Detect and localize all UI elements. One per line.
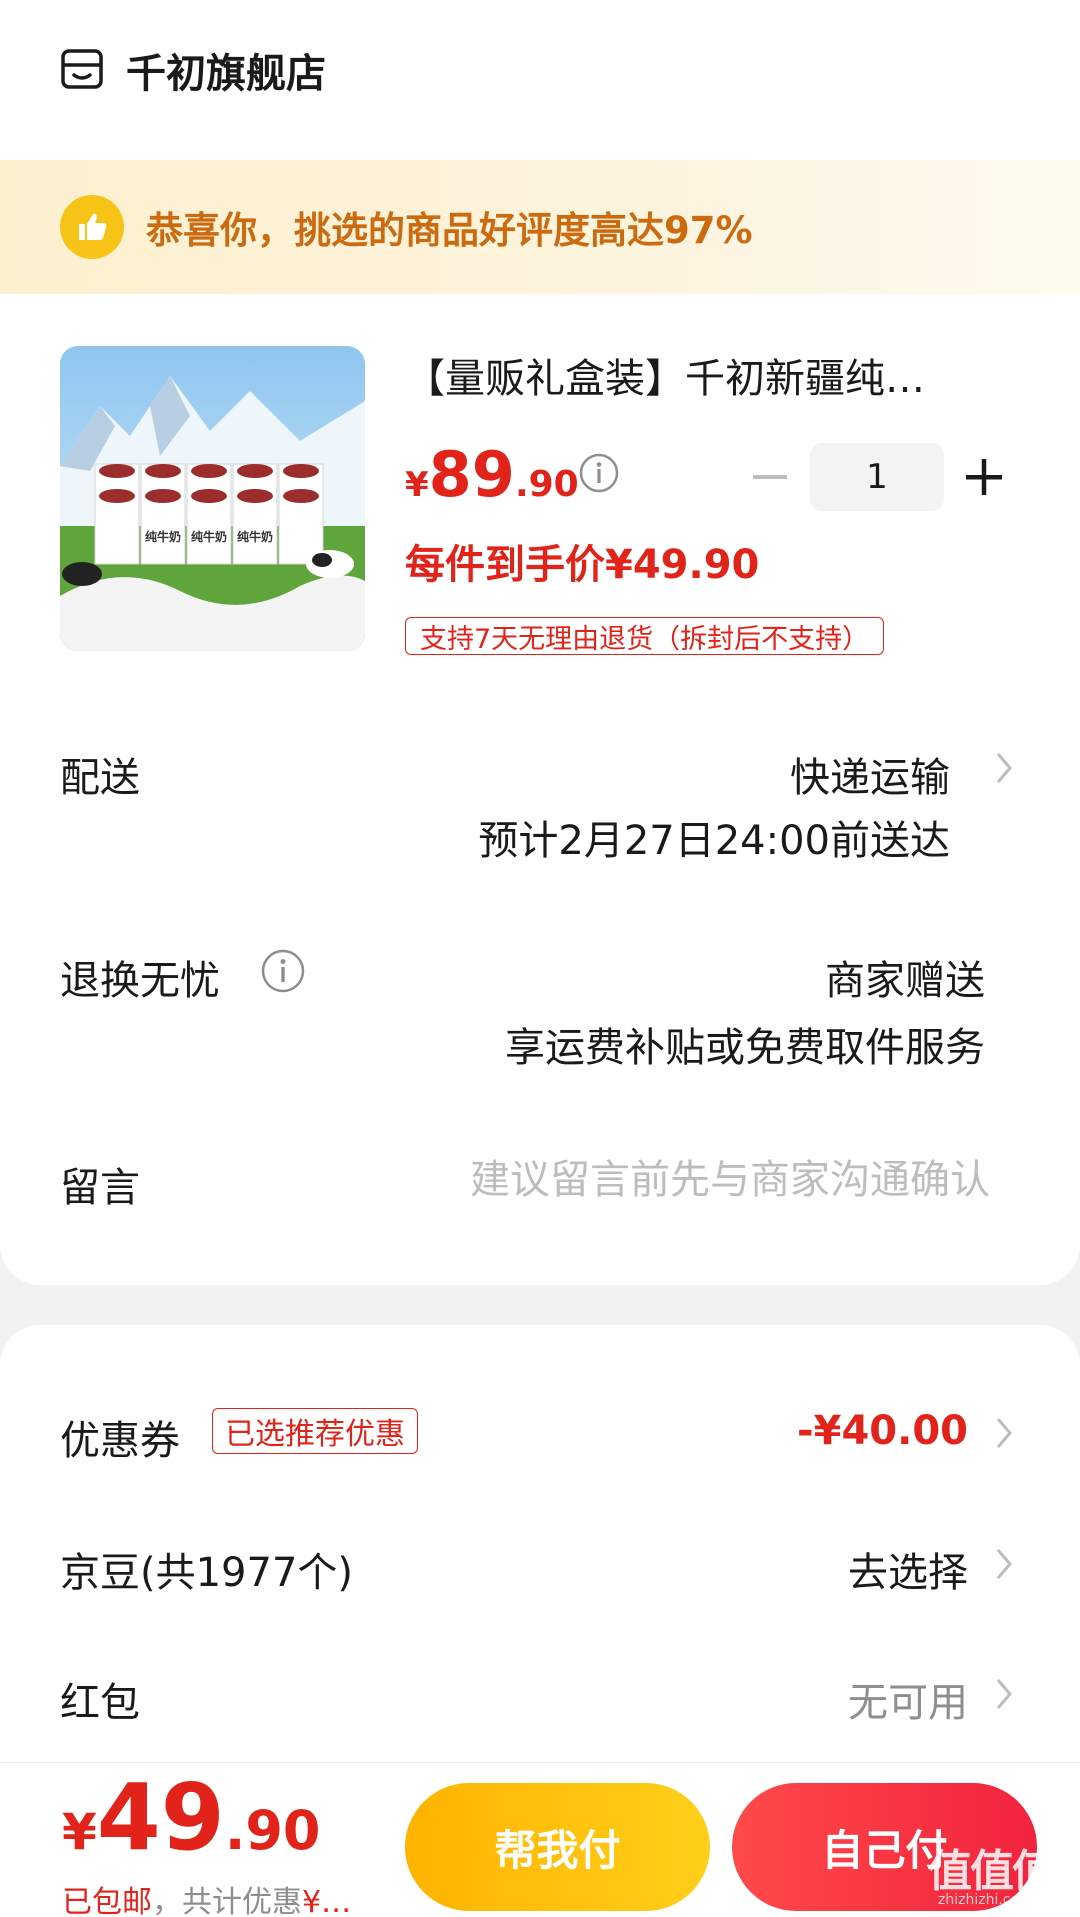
- total-decimal: .90: [224, 1799, 321, 1862]
- coupon-badge: 已选推荐优惠: [212, 1408, 418, 1454]
- jingdou-value[interactable]: 去选择: [848, 1540, 968, 1598]
- product-price: ¥ 89 .90: [405, 438, 579, 518]
- praise-text: 恭喜你，挑选的商品好评度高达97%: [146, 209, 753, 252]
- svg-text:纯牛奶: 纯牛奶: [145, 529, 181, 544]
- price-symbol: ¥: [405, 465, 429, 505]
- help-pay-button[interactable]: 帮我付: [405, 1783, 710, 1911]
- plus-button[interactable]: [954, 443, 1014, 511]
- product-title[interactable]: 【量贩礼盒装】千初新疆纯…: [405, 346, 1025, 404]
- return-worry-label: 退换无忧: [60, 958, 220, 1004]
- jingdou-label: 京豆(共1977个): [60, 1550, 354, 1596]
- total-integer: 49: [96, 1764, 225, 1871]
- quantity-stepper: 1: [740, 443, 1014, 511]
- watermark-url: zhizhizhi.com: [938, 1892, 1033, 1908]
- hongbao-value[interactable]: 无可用: [848, 1670, 968, 1728]
- return-worry-desc: 享运费补贴或免费取件服务: [505, 1025, 985, 1071]
- chevron-right-icon[interactable]: [993, 750, 1015, 786]
- saved-value: ¥…: [302, 1885, 352, 1917]
- chevron-right-icon[interactable]: [993, 1415, 1015, 1451]
- praise-banner: 恭喜你，挑选的商品好评度高达97%: [0, 160, 1080, 294]
- price-decimal: .90: [514, 464, 579, 505]
- coupon-value[interactable]: -¥40.00: [797, 1408, 968, 1454]
- product-image[interactable]: 纯牛奶 纯牛奶 纯牛奶: [60, 346, 365, 651]
- coupon-label: 优惠券: [60, 1418, 180, 1464]
- info-icon[interactable]: [578, 452, 620, 494]
- store-name: 千初旗舰店: [126, 51, 326, 97]
- message-input[interactable]: [400, 1150, 990, 1210]
- return-worry-value: 商家赠送: [825, 958, 985, 1004]
- info-icon[interactable]: [260, 948, 306, 994]
- quantity-value[interactable]: 1: [810, 443, 944, 511]
- watermark-logo: 值值值: [928, 1846, 1056, 1897]
- plus-icon: [966, 459, 1002, 495]
- minus-button[interactable]: [740, 443, 800, 511]
- saved-text: ，共计优惠: [152, 1885, 302, 1917]
- store-icon: [61, 49, 103, 89]
- total-symbol: ¥: [62, 1803, 97, 1861]
- chevron-right-icon[interactable]: [993, 1676, 1015, 1712]
- thumbs-up-icon: [60, 195, 124, 259]
- svg-text:纯牛奶: 纯牛奶: [191, 529, 227, 544]
- message-label: 留言: [60, 1165, 140, 1211]
- delivery-eta: 预计2月27日24:00前送达: [478, 818, 950, 864]
- hongbao-label: 红包: [60, 1680, 140, 1726]
- total-note[interactable]: 已包邮，共计优惠¥…: [62, 1877, 392, 1917]
- minus-icon: [753, 475, 787, 479]
- price-integer: 89: [428, 438, 515, 511]
- return-policy-tag: 支持7天无理由退货（拆封后不支持）: [405, 617, 885, 655]
- total-price: ¥ 49 .90: [62, 1772, 321, 1864]
- shipping-text: 已包邮: [62, 1885, 152, 1917]
- unit-price: 每件到手价¥49.90: [405, 542, 760, 588]
- delivery-label: 配送: [60, 755, 140, 801]
- store-header[interactable]: 千初旗舰店: [60, 40, 326, 100]
- svg-text:纯牛奶: 纯牛奶: [237, 529, 273, 544]
- delivery-method[interactable]: 快递运输: [790, 745, 950, 803]
- chevron-right-icon[interactable]: [993, 1546, 1015, 1582]
